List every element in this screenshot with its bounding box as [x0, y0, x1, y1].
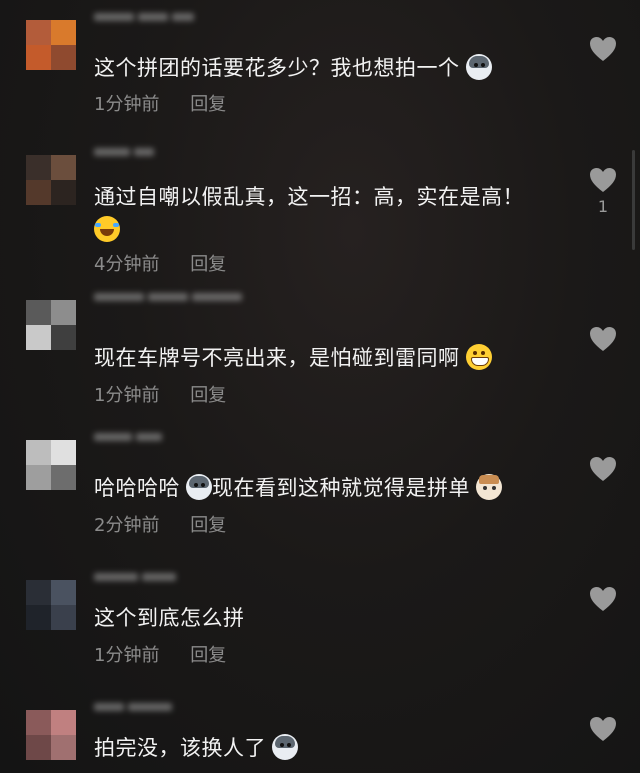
- comment-text: 这个拼团的话要花多少？我也想拍一个: [94, 52, 554, 85]
- grin-emoji-icon: [465, 344, 492, 370]
- reply-button[interactable]: 回复: [190, 94, 226, 115]
- comment-meta: 2分钟前 回复: [94, 514, 226, 538]
- comment-text: 哈哈哈哈 现在看到这种就觉得是拼单: [94, 472, 554, 505]
- comment-text-content: 通过自嘲以假乱真，这一招：高，实在是高！: [94, 185, 524, 209]
- heart-icon[interactable]: [588, 34, 618, 64]
- comment-time: 4分钟前: [94, 254, 160, 275]
- avatar[interactable]: [26, 155, 76, 205]
- avatar[interactable]: [26, 710, 76, 760]
- husky-emoji-icon: [186, 474, 212, 500]
- comment-text-content: 拍完没，该换人了: [94, 736, 266, 760]
- cat-emoji-icon: [476, 474, 502, 500]
- comment-time: 2分钟前: [94, 515, 160, 536]
- comment-text: 现在车牌号不亮出来，是怕碰到雷同啊: [94, 342, 554, 375]
- comment-text-content: 哈哈哈哈: [94, 476, 180, 500]
- username-blurred[interactable]: [94, 141, 254, 156]
- comment-time: 1分钟前: [94, 645, 160, 666]
- comment-text-content: 这个拼团的话要花多少？我也想拍一个: [94, 56, 460, 80]
- username-blurred[interactable]: [94, 426, 254, 441]
- husky-emoji-icon: [465, 54, 492, 80]
- comment-text-content-2: 现在看到这种就觉得是拼单: [212, 476, 470, 500]
- heart-icon[interactable]: [588, 324, 618, 354]
- username-blurred[interactable]: [94, 286, 254, 301]
- avatar[interactable]: [26, 580, 76, 630]
- username-blurred[interactable]: [94, 566, 254, 581]
- reply-button[interactable]: 回复: [190, 645, 226, 666]
- comment-meta: 1分钟前 回复: [94, 93, 226, 117]
- scrollbar[interactable]: [632, 150, 635, 250]
- comment-time: 1分钟前: [94, 94, 160, 115]
- comment-meta: 1分钟前 回复: [94, 384, 226, 408]
- heart-icon[interactable]: [588, 714, 618, 744]
- username-blurred[interactable]: [94, 6, 254, 21]
- reply-button[interactable]: 回复: [190, 385, 226, 406]
- avatar[interactable]: [26, 300, 76, 350]
- avatar[interactable]: [26, 440, 76, 490]
- comment-meta: 4分钟前 回复: [94, 253, 226, 277]
- comment-text: 这个到底怎么拼: [94, 602, 554, 635]
- heart-icon[interactable]: [588, 454, 618, 484]
- husky-emoji-icon: [272, 734, 298, 760]
- heart-icon[interactable]: [588, 584, 618, 614]
- laughing-tears-emoji-icon: [94, 216, 120, 242]
- comment-list[interactable]: 这个拼团的话要花多少？我也想拍一个 1分钟前 回复 通过自嘲以假乱真，这一招：高…: [0, 0, 640, 773]
- username-blurred[interactable]: [94, 696, 254, 711]
- reply-button[interactable]: 回复: [190, 515, 226, 536]
- reply-button[interactable]: 回复: [190, 254, 226, 275]
- comment-text-content: 这个到底怎么拼: [94, 606, 245, 630]
- comment-meta: 1分钟前 回复: [94, 644, 226, 668]
- comment-text: 拍完没，该换人了: [94, 732, 554, 765]
- like-count: 1: [597, 197, 609, 216]
- comment-text-content: 现在车牌号不亮出来，是怕碰到雷同啊: [94, 346, 460, 370]
- avatar[interactable]: [26, 20, 76, 70]
- heart-icon[interactable]: [588, 165, 618, 195]
- comment-text: 通过自嘲以假乱真，这一招：高，实在是高！: [94, 181, 554, 247]
- comment-time: 1分钟前: [94, 385, 160, 406]
